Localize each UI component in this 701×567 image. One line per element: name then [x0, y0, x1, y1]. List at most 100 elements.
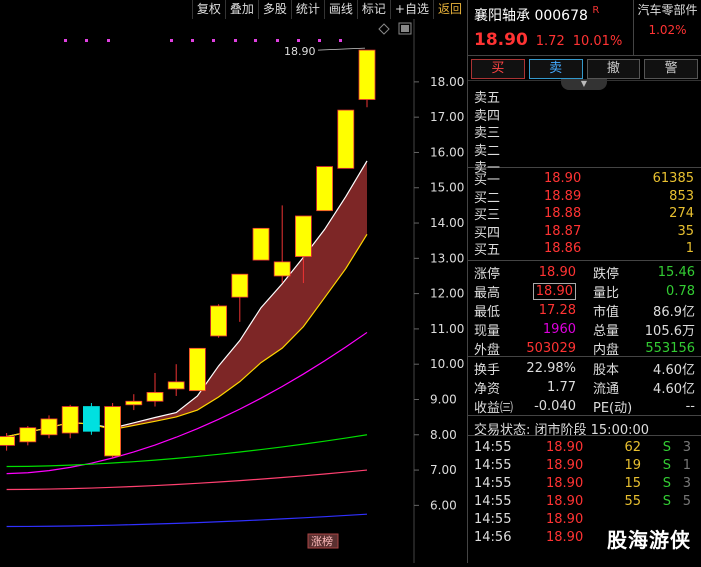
- stat-value: 1.77: [547, 380, 576, 395]
- stat-label: 现量: [474, 324, 501, 339]
- tick-row: 14:55 18.90 55 S 5: [474, 492, 695, 510]
- bid-price: 18.86: [544, 241, 582, 257]
- stat-label: 收益㈢: [474, 401, 514, 416]
- candle-body: [104, 406, 121, 457]
- tick-side: S: [662, 475, 671, 491]
- candle-body: [337, 109, 355, 169]
- signal-dot: [170, 39, 173, 42]
- stock-title: 襄阳轴承 000678 R: [474, 5, 599, 25]
- candle-body: [167, 381, 185, 390]
- stat-value-text: 503029: [526, 341, 576, 356]
- bid-row[interactable]: 买二 18.89 853: [474, 188, 701, 206]
- tick-time: 14:55: [474, 493, 512, 509]
- kline-chart-area[interactable]: 18.00 17.00 16.00 15.00 14.00 13.00 12.00 11.00…: [0, 19, 466, 563]
- toolbar-restore-rights[interactable]: 复权: [191, 0, 225, 19]
- stat-value: 15.46: [657, 265, 695, 280]
- stat-value: 17.28: [504, 303, 579, 318]
- y-axis-tick-label: 13.00: [430, 251, 464, 265]
- signal-dot: [297, 39, 300, 42]
- bid-price: 18.88: [544, 206, 582, 222]
- stat-row: 最高 18.90 量比 0.78: [474, 282, 695, 301]
- stat-label: 涨停: [474, 267, 501, 282]
- collapse-chevron-icon[interactable]: ▼: [561, 79, 607, 90]
- bid-price: 18.87: [544, 223, 582, 239]
- tick-price: 18.90: [546, 493, 584, 509]
- price-change: 1.72: [535, 34, 565, 49]
- candle-body: [316, 166, 334, 212]
- bid-volume: 35: [677, 223, 694, 239]
- y-axis-tick-label: 6.00: [430, 498, 457, 512]
- tick-count: 1: [682, 457, 691, 473]
- window-icon: [401, 25, 409, 32]
- stat-value: 4.60亿: [653, 382, 695, 397]
- stat-value: 553156: [645, 341, 695, 356]
- stat-row: 收益㈢ -0.040 PE(动) --: [474, 397, 695, 416]
- stat-label: 最高: [474, 286, 501, 301]
- ask-label: 卖二: [474, 143, 501, 159]
- tick-volume: 15: [624, 475, 641, 491]
- tick-time: 14:55: [474, 511, 512, 527]
- tick-volume: 55: [624, 493, 641, 509]
- signal-dot: [85, 39, 88, 42]
- bid-row[interactable]: 买一 18.90 61385: [474, 170, 701, 188]
- price-change-pct: 10.01%: [572, 34, 623, 49]
- stat-label: 流通: [593, 382, 620, 397]
- stat-value-text: 18.90: [532, 283, 576, 300]
- bid-row[interactable]: 买三 18.88 274: [474, 205, 701, 223]
- signal-dot: [254, 39, 257, 42]
- bid-volume: 274: [669, 206, 694, 222]
- stat-value: 86.9亿: [653, 305, 695, 320]
- bid-price: 18.89: [544, 188, 582, 204]
- bid-label: 买五: [474, 243, 501, 259]
- candle-body: [0, 436, 16, 446]
- toolbar-multi-stock[interactable]: 多股: [257, 0, 291, 19]
- candle-body: [40, 418, 58, 436]
- tick-count: 5: [682, 493, 691, 509]
- toolbar-overlay[interactable]: 叠加: [224, 0, 258, 19]
- tick-side: S: [662, 493, 671, 509]
- tick-row: 14:55 18.90 19 S 1: [474, 456, 695, 474]
- cancel-order-button[interactable]: 撤: [586, 59, 641, 79]
- tick-time: 14:55: [474, 475, 512, 491]
- tick-price: 18.90: [546, 529, 584, 545]
- tick-volume: 62: [624, 439, 641, 455]
- signal-dot: [107, 39, 110, 42]
- candle-body: [273, 261, 291, 277]
- bid-row[interactable]: 买五 18.86 1: [474, 240, 701, 258]
- chart-toolbar: 复权 叠加 多股 统计 画线 标记 +自选 返回: [0, 0, 466, 19]
- toolbar-mark[interactable]: 标记: [356, 0, 390, 19]
- kline-chart[interactable]: 18.00 17.00 16.00 15.00 14.00 13.00 12.00 11.00…: [0, 19, 466, 563]
- tick-row: 14:55 18.90 62 S 3: [474, 438, 695, 456]
- stat-label: 最低: [474, 305, 501, 320]
- candle-body: [146, 392, 164, 402]
- tick-row: 14:55 18.90 15 S 3: [474, 474, 695, 492]
- sector-box[interactable]: 汽车零部件 1.02%: [633, 0, 701, 56]
- stat-value: 503029: [504, 341, 579, 356]
- bid-label: 买四: [474, 225, 501, 241]
- stock-header: 襄阳轴承 000678 R 18.90 1.72 10.01% 汽车零部件 1.…: [468, 0, 701, 56]
- stat-label: 总量: [593, 324, 620, 339]
- y-axis-tick-label: 12.00: [430, 287, 464, 301]
- candle-body: [61, 406, 79, 434]
- tick-count: 3: [682, 475, 691, 491]
- bid-row[interactable]: 买四 18.87 35: [474, 223, 701, 241]
- stat-value: -0.040: [534, 399, 576, 414]
- alert-button[interactable]: 警: [644, 59, 698, 79]
- sell-button[interactable]: 卖: [528, 59, 583, 79]
- candle-body: [188, 347, 206, 392]
- stat-row: 净资 1.77 流通 4.60亿: [474, 378, 695, 397]
- toolbar-add-watchlist[interactable]: +自选: [389, 0, 433, 19]
- stat-label: 股本: [593, 363, 620, 378]
- toolbar-statistics[interactable]: 统计: [290, 0, 324, 19]
- candle-body: [19, 427, 37, 443]
- signal-dot: [276, 39, 279, 42]
- stat-label: 换手: [474, 363, 501, 378]
- last-price: 18.90: [474, 30, 528, 50]
- toolbar-draw-line[interactable]: 画线: [323, 0, 357, 19]
- buy-button[interactable]: 买: [471, 59, 525, 79]
- tick-price: 18.90: [546, 511, 584, 527]
- bid-label: 买一: [474, 173, 501, 189]
- signal-dot: [318, 39, 321, 42]
- high-label: 18.90: [284, 45, 316, 58]
- toolbar-back[interactable]: 返回: [432, 0, 466, 19]
